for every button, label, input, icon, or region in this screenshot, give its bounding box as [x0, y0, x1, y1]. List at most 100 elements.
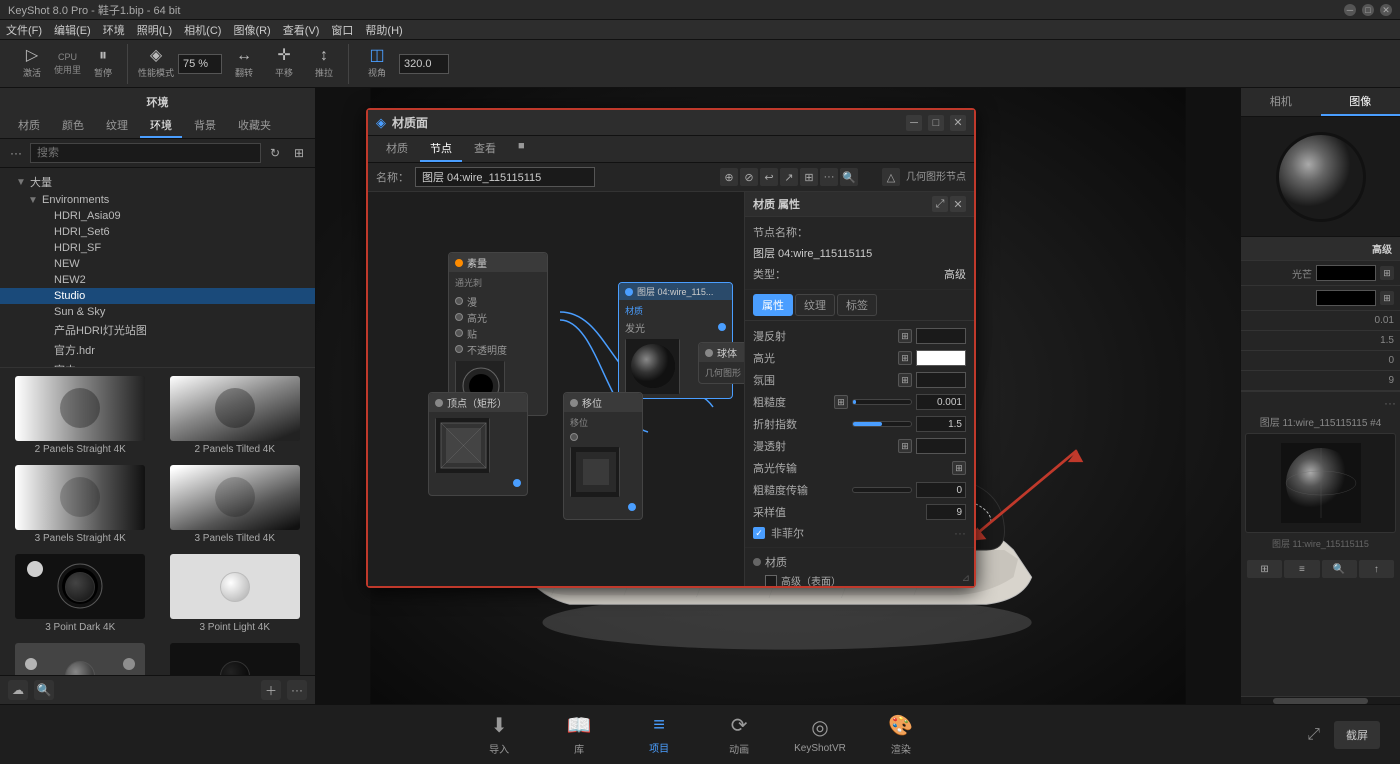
fullscreen-button[interactable]: ⤢ [1307, 726, 1320, 744]
tree-item-sun-sky[interactable]: Sun & Sky [0, 304, 315, 320]
right-swatch-icon2[interactable]: ⊞ [1380, 291, 1394, 305]
port-dot-out[interactable] [718, 323, 726, 331]
tab-texture[interactable]: 纹理 [96, 114, 138, 138]
mat-tab-view[interactable]: 查看 [464, 136, 506, 162]
three-dot-icon[interactable]: ··· [954, 526, 966, 540]
diffuse-trans-swatch[interactable] [916, 438, 966, 454]
thumb-3point-medium[interactable]: 3 Point Medium 4K [4, 639, 157, 675]
tool-activate[interactable]: ▷ 激活 [14, 44, 50, 84]
ior-slider[interactable] [852, 421, 912, 427]
bottomnav-project[interactable]: ≡ 项目 [634, 714, 684, 755]
menu-image[interactable]: 图像(R) [233, 22, 270, 38]
mat-tab-nodes[interactable]: 节点 [420, 136, 462, 162]
roughness-ctrl-icon[interactable]: ⊞ [834, 395, 848, 409]
diffuse-trans-icon[interactable]: ⊞ [898, 439, 912, 453]
props-close-btn[interactable]: ✕ [950, 196, 966, 212]
mat-editor-maximize[interactable]: □ [928, 115, 944, 131]
mat-editor-minimize[interactable]: ─ [906, 115, 922, 131]
port-out-vertex[interactable] [435, 475, 521, 491]
vertex-node[interactable]: 顶点（矩形） [428, 392, 528, 496]
sidebar-btn-refresh[interactable]: ↻ [265, 143, 285, 163]
screenshot-button[interactable]: 截屏 [1334, 721, 1380, 749]
sidebar-btn-more[interactable]: ··· [6, 143, 26, 163]
thumb-2panels-tilted[interactable]: 2 Panels Tilted 4K [159, 372, 312, 459]
tree-item-environments[interactable]: ▼ Environments [0, 192, 315, 208]
material-editor-window[interactable]: ◈ 材质面 ─ □ ✕ 材质 节点 查看 ■ 名称： ⊕ ⊘ ↩ [366, 108, 976, 588]
close-button[interactable]: ✕ [1380, 4, 1392, 16]
right-tab-camera[interactable]: 相机 [1241, 88, 1321, 116]
tab-environment[interactable]: 环境 [140, 114, 182, 138]
tab-favorites[interactable]: 收藏夹 [228, 114, 281, 138]
prop-tab-tag[interactable]: 标签 [837, 294, 877, 316]
port-dot-in[interactable] [455, 329, 463, 337]
right-btn-list[interactable]: ≡ [1284, 560, 1319, 578]
bottomnav-render[interactable]: 🎨 渲染 [876, 713, 926, 756]
mat-bar-btn-2[interactable]: ⊘ [740, 168, 758, 186]
ambient-ctrl-icon[interactable]: ⊞ [898, 373, 912, 387]
port-out-disp[interactable] [570, 499, 636, 515]
tree-item-hdri-sf[interactable]: HDRI_SF [0, 240, 315, 256]
right-three-dot[interactable]: ··· [1384, 396, 1396, 410]
menu-lighting[interactable]: 照明(L) [137, 22, 172, 38]
menu-environment[interactable]: 环境 [103, 22, 125, 38]
menu-help[interactable]: 帮助(H) [365, 22, 402, 38]
tree-item-hdri-asia09[interactable]: HDRI_Asia09 [0, 208, 315, 224]
port-in-disp[interactable] [570, 429, 636, 445]
right-scrollbar[interactable] [1241, 696, 1400, 704]
mat-tab-square[interactable]: ■ [508, 136, 535, 162]
menu-view[interactable]: 查看(V) [283, 22, 320, 38]
sidebar-search-small-button[interactable]: 🔍 [34, 680, 54, 700]
right-thumb-image[interactable] [1245, 433, 1396, 533]
port-dot-in[interactable] [455, 297, 463, 305]
mat-bar-btn-geom[interactable]: △ [882, 168, 900, 186]
menu-window[interactable]: 窗口 [331, 22, 353, 38]
thumb-3point-light[interactable]: 3 Point Light 4K [159, 550, 312, 637]
sidebar-search-input[interactable] [30, 143, 261, 163]
tree-item-official-hdr[interactable]: 官方.hdr [0, 340, 315, 360]
tree-item-daliang[interactable]: ▼ 大量 [0, 172, 315, 192]
tab-color[interactable]: 颜色 [52, 114, 94, 138]
port-dot-in[interactable] [455, 313, 463, 321]
diffuse-ctrl-icon[interactable]: ⊞ [898, 329, 912, 343]
prop-tab-attributes[interactable]: 属性 [753, 294, 793, 316]
tree-item-hdri-set6[interactable]: HDRI_Set6 [0, 224, 315, 240]
tool-translate[interactable]: ✛ 平移 [266, 44, 302, 84]
port-out[interactable]: 发光 [625, 319, 726, 335]
right-btn-up[interactable]: ↑ [1359, 560, 1394, 578]
port-dot-out[interactable] [628, 503, 636, 511]
tree-item-product-hdri[interactable]: 产品HDRI灯光站图 [0, 320, 315, 340]
thumb-all-black[interactable]: All Black 4K [159, 639, 312, 675]
tree-item-new2[interactable]: NEW2 [0, 272, 315, 288]
port-texture[interactable]: 贴 [455, 325, 541, 341]
displacement-node[interactable]: 移位 移位 [563, 392, 643, 520]
fresnel-checkbox[interactable]: ✓ [753, 527, 765, 539]
right-tab-image[interactable]: 图像 [1321, 88, 1400, 116]
sidebar-more-button[interactable]: ··· [287, 680, 307, 700]
sidebar-add-button[interactable]: ＋ [261, 680, 281, 700]
menu-camera[interactable]: 相机(C) [184, 22, 221, 38]
menu-edit[interactable]: 编辑(E) [54, 22, 91, 38]
right-btn-grid[interactable]: ⊞ [1247, 560, 1282, 578]
specular-trans-icon[interactable]: ⊞ [952, 461, 966, 475]
resize-grip[interactable]: ⊿ [962, 573, 970, 584]
port-dot-in[interactable] [570, 433, 578, 441]
ambient-swatch[interactable] [916, 372, 966, 388]
sidebar-btn-grid[interactable]: ⊞ [289, 143, 309, 163]
thumb-3point-dark[interactable]: 3 Point Dark 4K [4, 550, 157, 637]
port-opacity[interactable]: 不透明度 [455, 341, 541, 357]
tree-node-advanced-surface[interactable]: 高级（表面） [765, 572, 966, 586]
port-dot-in[interactable] [455, 345, 463, 353]
port-diffuse[interactable]: 漫 [455, 293, 541, 309]
tab-material[interactable]: 材质 [8, 114, 50, 138]
mat-bar-btn-7[interactable]: 🔍 [840, 168, 858, 186]
bottomnav-import[interactable]: ⬇ 导入 [474, 713, 524, 756]
bottomnav-library[interactable]: 📖 库 [554, 713, 604, 756]
mat-bar-btn-3[interactable]: ↩ [760, 168, 778, 186]
roughness-trans-value[interactable] [916, 482, 966, 498]
tool-pause[interactable]: ⏸ 暂停 [85, 44, 121, 84]
samples-value[interactable] [926, 504, 966, 520]
mat-name-input[interactable] [415, 167, 595, 187]
specular-swatch[interactable] [916, 350, 966, 366]
right-swatch-icon[interactable]: ⊞ [1380, 266, 1394, 280]
mat-tab-material[interactable]: 材质 [376, 136, 418, 162]
